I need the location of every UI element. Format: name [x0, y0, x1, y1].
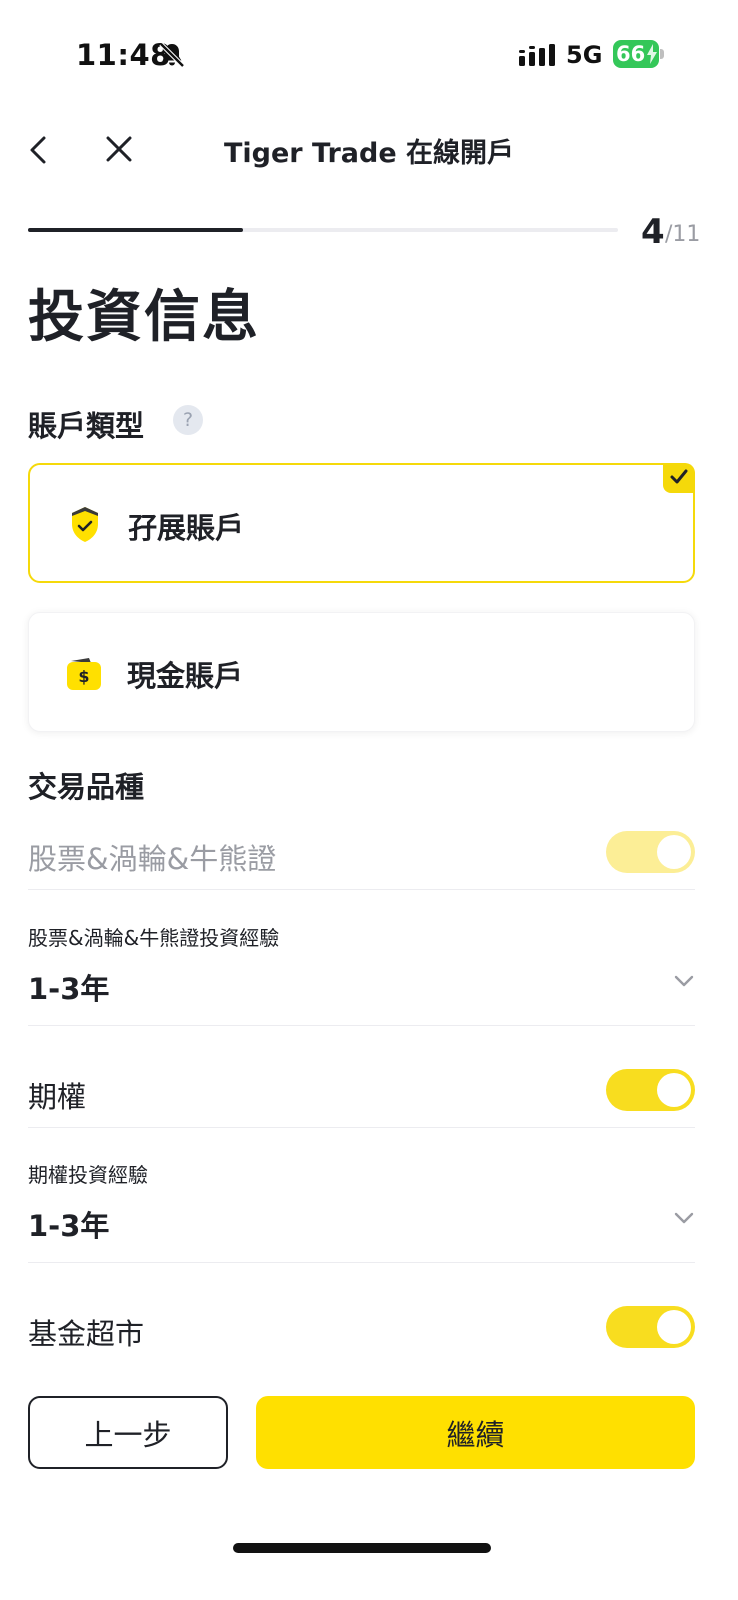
battery-icon: 66 [613, 40, 664, 68]
step-current: 4 [641, 212, 665, 252]
close-icon[interactable] [104, 134, 134, 164]
help-icon[interactable]: ? [173, 405, 203, 435]
step-total: /11 [665, 222, 701, 247]
back-arrow-icon[interactable] [26, 134, 52, 166]
divider [28, 889, 695, 890]
network-type: 5G [566, 41, 603, 69]
previous-step-button[interactable]: 上一步 [28, 1396, 228, 1469]
options-experience-label: 期權投資經驗 [28, 1163, 148, 1187]
progress-fill [28, 228, 243, 232]
home-indicator [233, 1543, 491, 1553]
chevron-down-icon[interactable] [673, 974, 695, 988]
funds-label: 基金超市 [28, 1317, 145, 1351]
svg-text:$: $ [78, 667, 89, 686]
trading-products-label: 交易品種 [28, 770, 145, 804]
continue-button[interactable]: 繼續 [256, 1396, 695, 1469]
nav-title: Tiger Trade 在線開戶 [224, 138, 515, 169]
status-time: 11:48 [76, 38, 171, 72]
cash-account-card[interactable]: $ 現金賬戶 [28, 612, 695, 732]
shield-check-icon [72, 507, 98, 542]
checkmark-icon [663, 463, 695, 493]
funds-toggle[interactable] [606, 1306, 695, 1348]
stocks-experience-label: 股票&渦輪&牛熊證投資經驗 [28, 926, 280, 950]
margin-account-label: 孖展賬戶 [128, 511, 245, 545]
divider [28, 1025, 695, 1026]
bell-slash-icon [159, 42, 185, 68]
options-experience-value[interactable]: 1-3年 [28, 1203, 109, 1245]
wallet-dollar-icon: $ [67, 658, 101, 690]
options-toggle[interactable] [606, 1069, 695, 1111]
battery-level: 66 [616, 42, 646, 66]
stocks-experience-value[interactable]: 1-3年 [28, 966, 109, 1008]
stocks-toggle [606, 831, 695, 873]
chevron-down-icon[interactable] [673, 1211, 695, 1225]
cash-account-label: 現金賬戶 [127, 659, 244, 693]
charging-bolt-icon [647, 44, 657, 64]
account-type-label: 賬戶類型 [28, 409, 145, 443]
progress-bar [28, 228, 618, 232]
options-label: 期權 [28, 1080, 87, 1114]
signal-icon [519, 44, 555, 66]
page-title: 投資信息 [28, 285, 260, 350]
divider [28, 1262, 695, 1263]
divider [28, 1127, 695, 1128]
margin-account-card[interactable]: 孖展賬戶 [28, 463, 695, 583]
stocks-label: 股票&渦輪&牛熊證 [28, 842, 277, 876]
